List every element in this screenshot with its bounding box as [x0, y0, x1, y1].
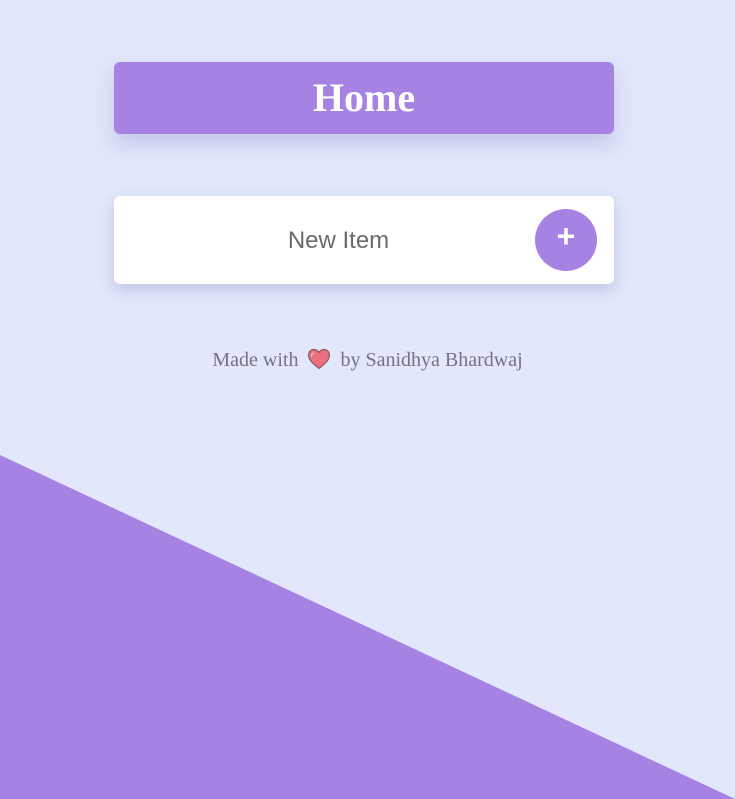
new-item-input[interactable]	[134, 216, 543, 266]
footer-author: by Sanidhya Bhardwaj	[340, 349, 523, 371]
new-item-form: +	[114, 196, 614, 284]
add-item-button[interactable]: +	[535, 209, 597, 271]
heart-icon	[308, 348, 331, 370]
footer-prefix: Made with	[212, 349, 299, 371]
page-title: Home	[312, 75, 416, 120]
page-title-banner: Home	[114, 62, 614, 134]
footer-credit: Made with by Sanidhya Bhardwaj	[0, 348, 735, 372]
